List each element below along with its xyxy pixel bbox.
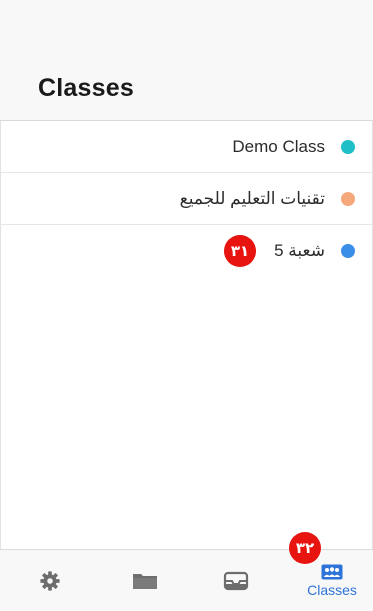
class-name: شعبة 5 — [274, 241, 325, 260]
gear-icon — [39, 570, 61, 592]
tab-files[interactable] — [110, 550, 180, 611]
class-color-dot — [341, 192, 355, 206]
tab-settings[interactable] — [15, 550, 85, 611]
tab-inbox[interactable] — [201, 550, 271, 611]
folder-icon — [132, 571, 158, 591]
app-header: Classes — [0, 0, 373, 121]
class-color-dot — [341, 140, 355, 154]
page-title: Classes — [38, 74, 134, 102]
class-row-tech-education[interactable]: تقنيات التعليم للجميع — [0, 173, 373, 225]
class-row-demo-class[interactable]: Demo Class — [0, 121, 373, 173]
class-color-dot — [341, 244, 355, 258]
class-list: Demo Class تقنيات التعليم للجميع ٣١ شعبة… — [0, 121, 373, 276]
people-icon — [321, 564, 343, 580]
tab-classes-label: Classes — [307, 581, 357, 598]
notification-badge: ٣١ — [224, 235, 256, 267]
class-name: تقنيات التعليم للجميع — [179, 189, 325, 208]
inbox-tray-icon — [223, 571, 249, 591]
tab-notification-badge: ٣٢ — [289, 532, 321, 564]
class-row-section-5[interactable]: ٣١ شعبة 5 — [0, 225, 373, 276]
class-name: Demo Class — [232, 137, 325, 156]
